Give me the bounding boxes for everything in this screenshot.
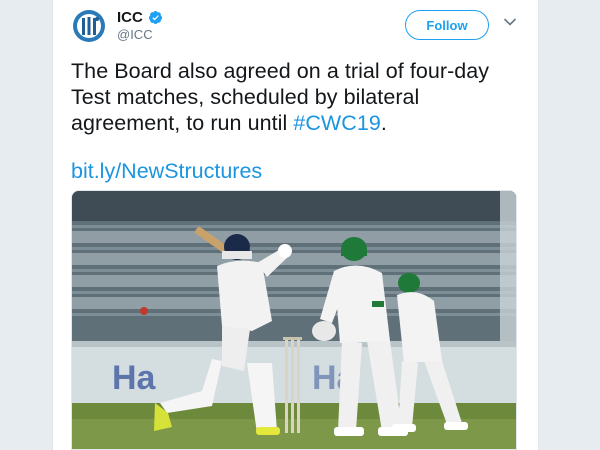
tweet-text-end: . — [380, 111, 387, 135]
signage-text: Ha — [112, 359, 157, 397]
avatar[interactable] — [71, 8, 107, 44]
hashtag-link[interactable]: #CWC19 — [293, 111, 381, 135]
cricket-photo-illustration: Ha Ha — [72, 191, 516, 449]
chevron-down-icon[interactable] — [503, 15, 517, 29]
tweet-text-body: The Board also agreed on a trial of four… — [71, 59, 490, 135]
tweet-text: The Board also agreed on a trial of four… — [71, 58, 531, 136]
icc-logo-icon — [71, 8, 107, 44]
verified-badge-icon — [148, 10, 162, 25]
account-name-text: ICC — [117, 9, 143, 26]
follow-button[interactable]: Follow — [405, 10, 489, 40]
tweet-photo[interactable]: Ha Ha — [71, 190, 517, 450]
tweet-card: ICC @ICC Follow The Board also agreed on… — [52, 0, 539, 450]
account-name[interactable]: ICC — [117, 9, 163, 26]
account-handle[interactable]: @ICC — [117, 27, 153, 42]
tweet-url-link[interactable]: bit.ly/NewStructures — [71, 158, 262, 184]
